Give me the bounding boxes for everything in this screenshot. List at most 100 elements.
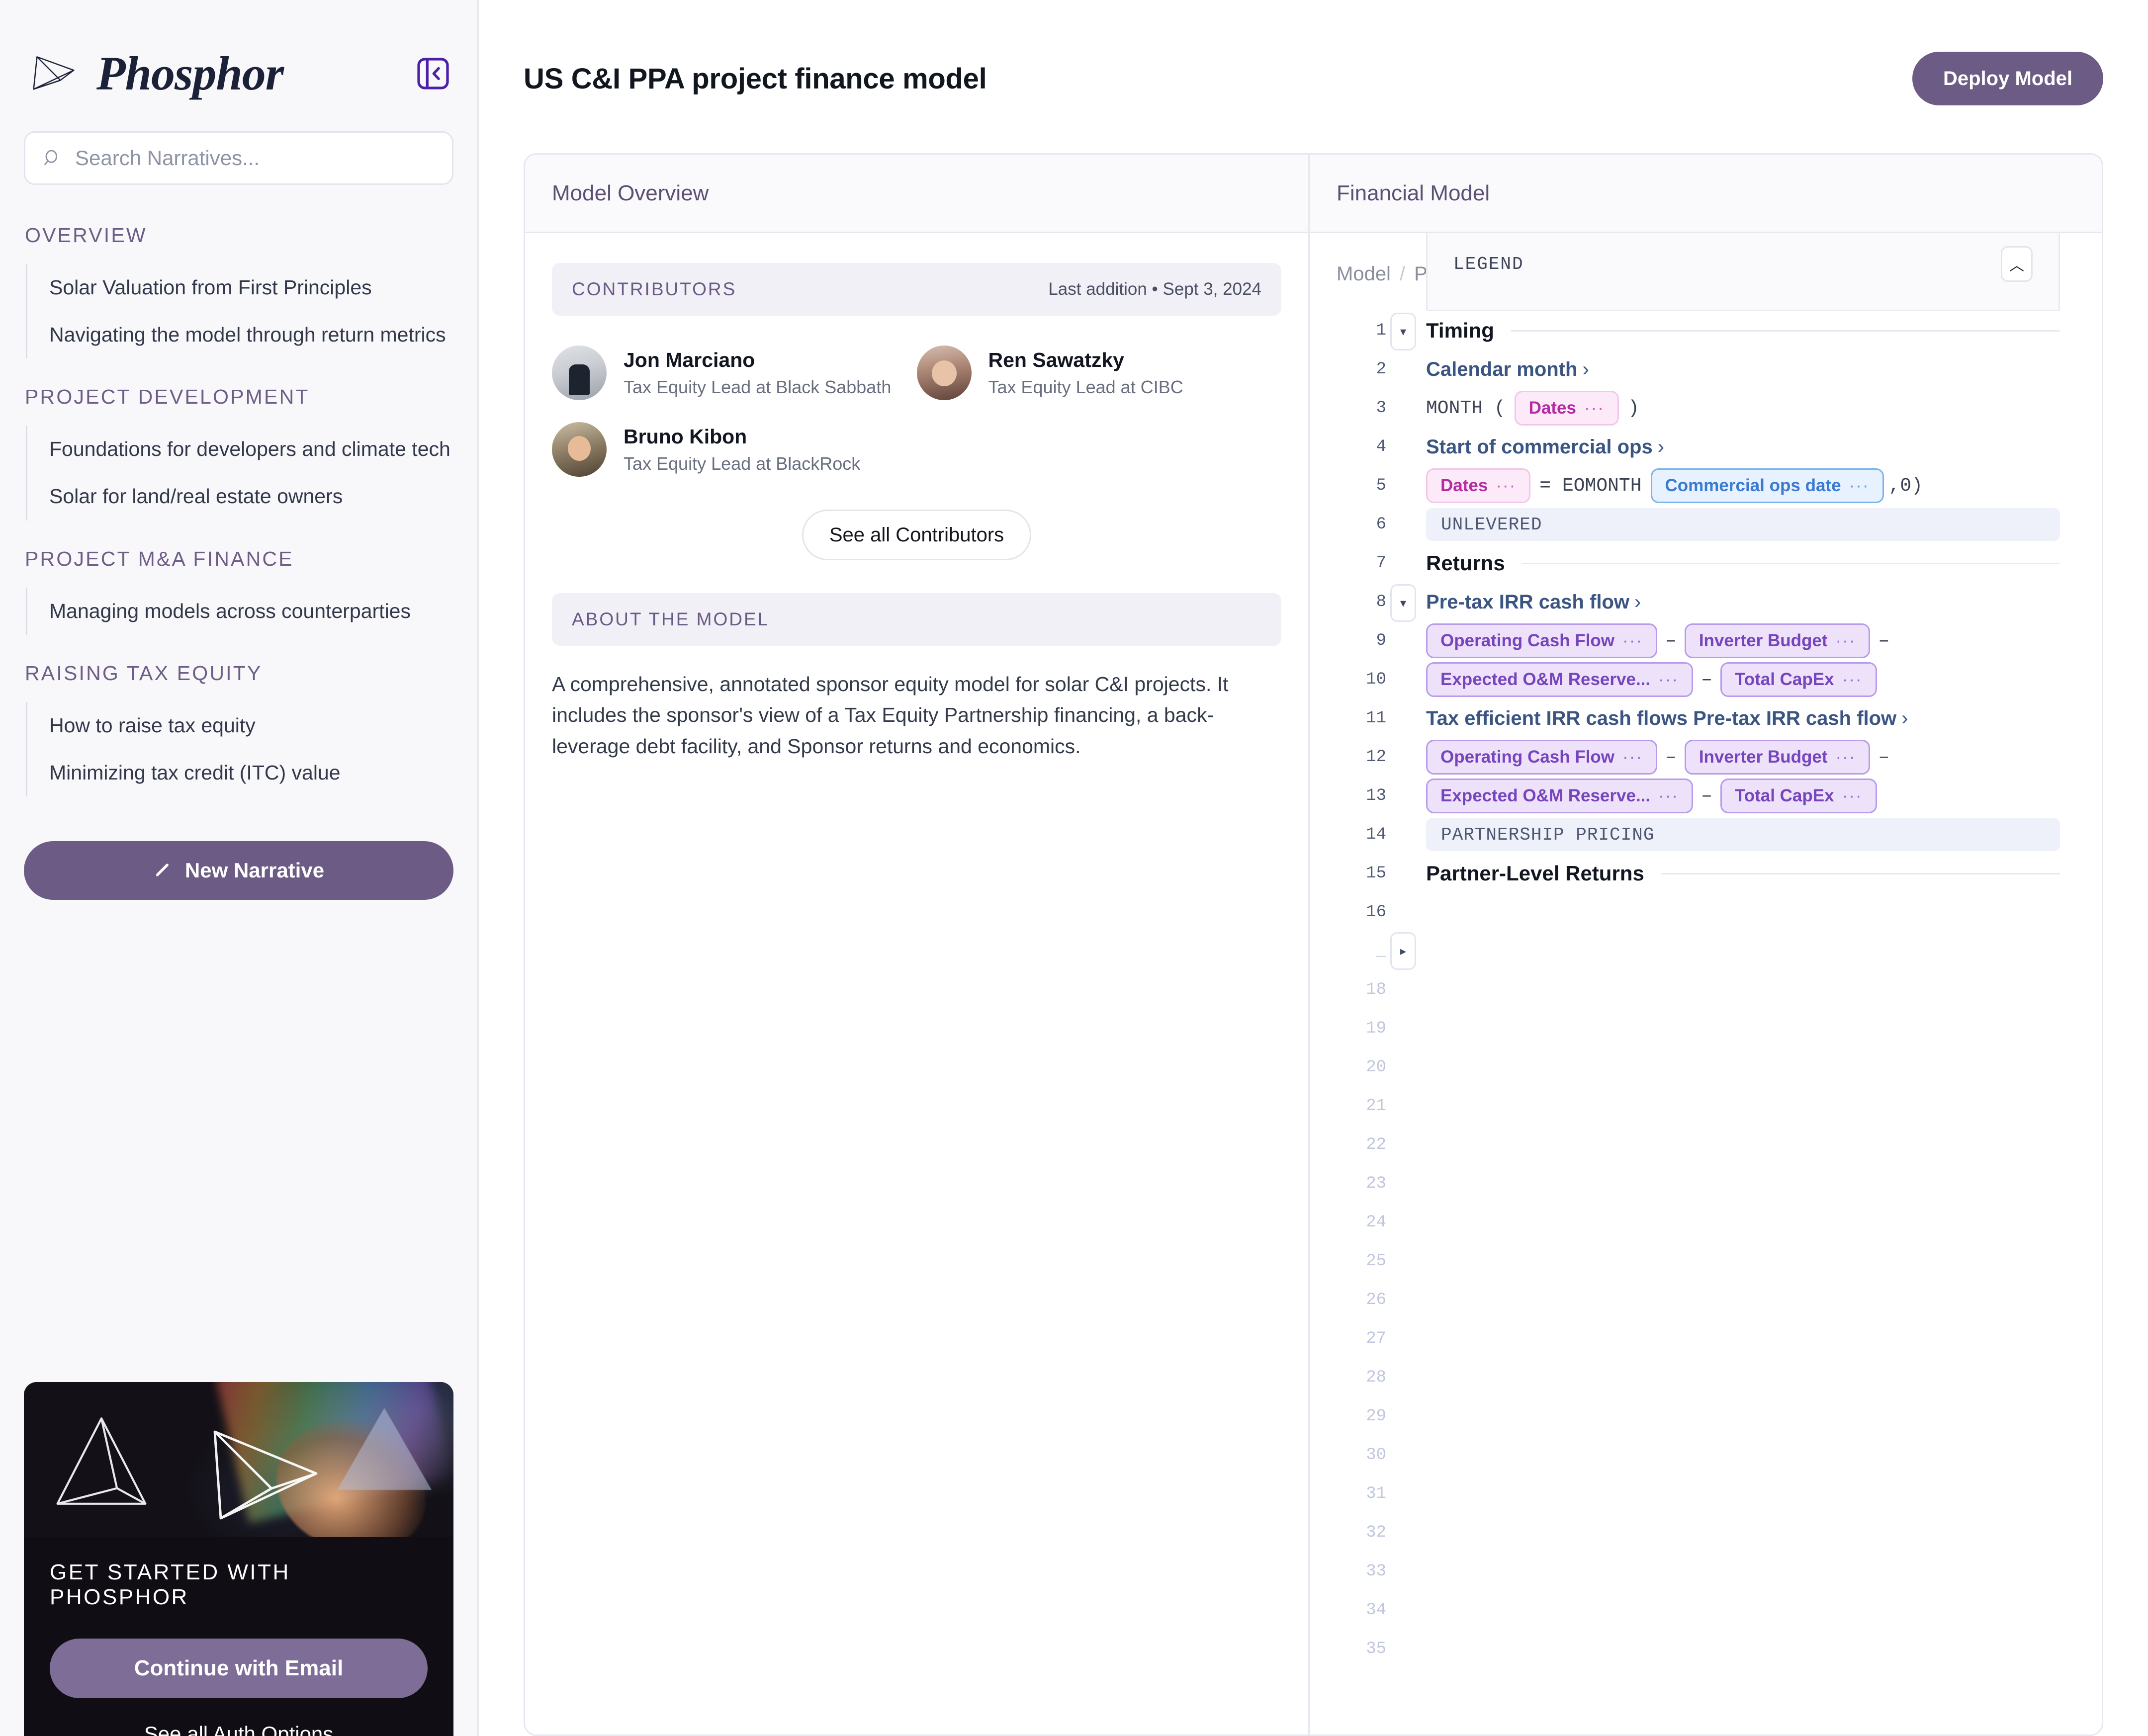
line-number: 7 bbox=[1376, 554, 1386, 573]
app-root: Phosphor OVERVIEW Solar Valuatio bbox=[0, 0, 2148, 1736]
operator-minus: – bbox=[1878, 746, 1890, 768]
continue-with-email-button[interactable]: Continue with Email bbox=[50, 1639, 428, 1698]
avatar bbox=[552, 346, 607, 400]
chip-overflow-dots: ··· bbox=[1842, 786, 1863, 805]
brand-name: Phosphor bbox=[96, 47, 284, 100]
nav-item-list: Managing models across counterparties bbox=[26, 587, 477, 635]
chip-label: Total CapEx bbox=[1734, 670, 1834, 689]
row-partnership-pricing-band: PARTNERSHIP PRICING bbox=[1426, 815, 2060, 854]
sidebar-item-solar-land-owners[interactable]: Solar for land/real estate owners bbox=[27, 473, 477, 520]
chip-inverter-budget[interactable]: Inverter Budget ··· bbox=[1684, 623, 1871, 658]
group-row-partner-level-returns[interactable]: Partner-Level Returns bbox=[1426, 854, 2060, 893]
reference-label: Start of commercial ops bbox=[1426, 435, 1653, 458]
row-taxefficient-terms-2[interactable]: Expected O&M Reserve... ··· – Total CapE… bbox=[1426, 777, 2060, 815]
group-row-timing[interactable]: Timing bbox=[1426, 311, 2060, 350]
line-number: 30 bbox=[1366, 1446, 1386, 1465]
chip-dates[interactable]: Dates ··· bbox=[1514, 391, 1619, 426]
reference-link[interactable]: Calendar month › bbox=[1426, 358, 1589, 381]
operator-minus: – bbox=[1701, 785, 1712, 807]
row-taxefficient-terms-1[interactable]: Operating Cash Flow ··· – Inverter Budge… bbox=[1426, 738, 2060, 777]
breadcrumb-separator: / bbox=[1399, 263, 1406, 285]
pencil-icon bbox=[156, 864, 169, 876]
collapse-toggle-timing[interactable]: ▾ bbox=[1390, 313, 1416, 350]
nav-heading: RAISING TAX EQUITY bbox=[25, 661, 263, 685]
chip-dates[interactable]: Dates ··· bbox=[1426, 468, 1531, 503]
sidebar: Phosphor OVERVIEW Solar Valuatio bbox=[0, 0, 479, 1736]
chip-operating-cash-flow[interactable]: Operating Cash Flow ··· bbox=[1426, 740, 1658, 775]
chip-label: Operating Cash Flow bbox=[1440, 631, 1615, 650]
row-tax-efficient-irr[interactable]: Tax efficient IRR cash flows Pre-tax IRR… bbox=[1426, 699, 2060, 738]
chip-operating-cash-flow[interactable]: Operating Cash Flow ··· bbox=[1426, 623, 1658, 658]
nav-section-raising-tax-equity: RAISING TAX EQUITY How to raise tax equi… bbox=[0, 662, 477, 796]
eomonth-tail: ,0) bbox=[1888, 475, 1923, 497]
contributor-name: Jon Marciano bbox=[624, 348, 755, 371]
chip-label: Operating Cash Flow bbox=[1440, 747, 1615, 767]
promo-card: GET STARTED WITH PHOSPHOR Continue with … bbox=[24, 1382, 453, 1736]
chip-overflow-dots: ··· bbox=[1658, 670, 1679, 689]
nav-section-project-development: PROJECT DEVELOPMENT Foundations for deve… bbox=[0, 385, 477, 521]
reference-link[interactable]: Start of commercial ops › bbox=[1426, 436, 1664, 458]
collapse-toggle-returns[interactable]: ▾ bbox=[1390, 584, 1416, 622]
chip-overflow-dots: ··· bbox=[1842, 670, 1863, 689]
line-number: 16 bbox=[1366, 903, 1386, 922]
new-narrative-button[interactable]: New Narrative bbox=[24, 841, 453, 900]
group-title: Partner-Level Returns bbox=[1426, 862, 1644, 885]
row-eomonth-formula[interactable]: Dates ··· = EOMONTH Commercial ops date … bbox=[1426, 466, 2060, 505]
sidebar-item-solar-valuation[interactable]: Solar Valuation from First Principles bbox=[27, 264, 477, 311]
chip-label: Inverter Budget bbox=[1699, 747, 1828, 767]
status-band: PARTNERSHIP PRICING bbox=[1426, 818, 2060, 851]
line-number: 11 bbox=[1366, 709, 1386, 728]
row-pretax-terms-1[interactable]: Operating Cash Flow ··· – Inverter Budge… bbox=[1426, 621, 2060, 660]
page-title: US C&I PPA project finance model bbox=[524, 62, 987, 95]
chip-inverter-budget[interactable]: Inverter Budget ··· bbox=[1684, 740, 1871, 775]
row-calendar-month[interactable]: Calendar month › bbox=[1426, 350, 2060, 389]
search-input[interactable] bbox=[75, 146, 435, 170]
see-all-contributors-button[interactable]: See all Contributors bbox=[802, 510, 1032, 560]
search-box[interactable] bbox=[24, 131, 453, 185]
list-item[interactable]: Ren Sawatzky Tax Equity Lead at CIBC bbox=[916, 346, 1282, 400]
deploy-model-button[interactable]: Deploy Model bbox=[1912, 52, 2103, 105]
reference-label: Tax efficient IRR cash flows Pre-tax IRR… bbox=[1426, 707, 1897, 729]
tab-model-overview[interactable]: Model Overview bbox=[525, 155, 1308, 233]
see-all-auth-options-link[interactable]: See all Auth Options bbox=[50, 1722, 428, 1736]
expand-toggle-partner-level-returns[interactable]: ▸ bbox=[1390, 932, 1416, 970]
chip-overflow-dots: ··· bbox=[1835, 747, 1856, 767]
brand[interactable]: Phosphor bbox=[26, 46, 284, 101]
line-number: 23 bbox=[1366, 1174, 1386, 1193]
prism-triangle bbox=[337, 1408, 432, 1490]
breadcrumb-model[interactable]: Model bbox=[1337, 263, 1391, 285]
panel-collapse-icon[interactable] bbox=[415, 55, 451, 92]
line-number: 8 bbox=[1376, 593, 1386, 611]
chevron-up-icon[interactable]: ︿ bbox=[2001, 246, 2033, 282]
group-rule bbox=[1511, 330, 2060, 332]
list-item[interactable]: Bruno Kibon Tax Equity Lead at BlackRock bbox=[552, 422, 917, 477]
line-number: 18 bbox=[1366, 980, 1386, 999]
nav-section-project-ma-finance: PROJECT M&A FINANCE Managing models acro… bbox=[0, 547, 477, 635]
list-item[interactable]: Jon Marciano Tax Equity Lead at Black Sa… bbox=[552, 346, 917, 400]
about-header: ABOUT THE MODEL bbox=[552, 593, 1281, 646]
chip-expected-om-reserve[interactable]: Expected O&M Reserve... ··· bbox=[1426, 779, 1694, 813]
reference-link[interactable]: Tax efficient IRR cash flows Pre-tax IRR… bbox=[1426, 707, 1908, 730]
sidebar-item-minimizing-itc[interactable]: Minimizing tax credit (ITC) value bbox=[27, 749, 477, 796]
sidebar-item-foundations[interactable]: Foundations for developers and climate t… bbox=[27, 426, 477, 473]
row-pretax-irr[interactable]: Pre-tax IRR cash flow › bbox=[1426, 583, 2060, 621]
row-pretax-terms-2[interactable]: Expected O&M Reserve... ··· – Total CapE… bbox=[1426, 660, 2060, 699]
row-month-formula[interactable]: MONTH ( Dates ··· ) bbox=[1426, 389, 2060, 428]
line-number: 6 bbox=[1376, 515, 1386, 534]
sidebar-item-navigating-model[interactable]: Navigating the model through return metr… bbox=[27, 311, 477, 358]
tab-financial-model[interactable]: Financial Model bbox=[1310, 155, 2102, 233]
nav-section-overview: OVERVIEW Solar Valuation from First Prin… bbox=[0, 224, 477, 359]
chip-commercial-ops-date[interactable]: Commercial ops date ··· bbox=[1650, 468, 1884, 503]
row-start-commercial-ops[interactable]: Start of commercial ops › bbox=[1426, 428, 2060, 466]
reference-link[interactable]: Pre-tax IRR cash flow › bbox=[1426, 591, 1641, 613]
contributor-role: Tax Equity Lead at CIBC bbox=[988, 376, 1183, 397]
group-row-returns[interactable]: Returns bbox=[1426, 544, 2060, 583]
sidebar-item-how-to-raise[interactable]: How to raise tax equity bbox=[27, 702, 477, 749]
chip-total-capex[interactable]: Total CapEx ··· bbox=[1720, 662, 1877, 697]
wireframe-pyramid-icon bbox=[56, 1417, 147, 1505]
sidebar-item-managing-models[interactable]: Managing models across counterparties bbox=[27, 588, 477, 635]
chip-expected-om-reserve[interactable]: Expected O&M Reserve... ··· bbox=[1426, 662, 1694, 697]
month-function-close: ) bbox=[1627, 397, 1639, 419]
chip-total-capex[interactable]: Total CapEx ··· bbox=[1720, 779, 1877, 813]
group-rule bbox=[1661, 872, 2060, 874]
